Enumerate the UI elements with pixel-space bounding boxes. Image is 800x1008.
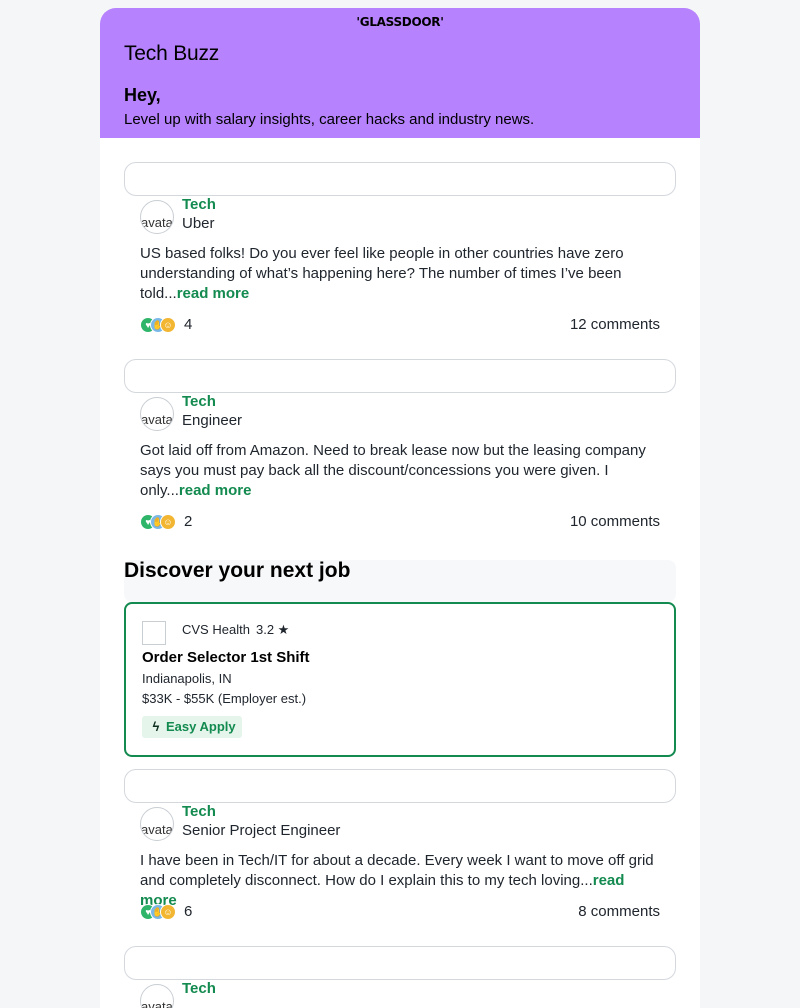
comments-link[interactable]: 10 comments bbox=[570, 513, 660, 530]
laugh-icon: ☺ bbox=[160, 904, 176, 920]
job-title[interactable]: Order Selector 1st Shift bbox=[142, 649, 310, 666]
post-author: avatar Tech Engineer bbox=[124, 393, 676, 441]
post-text: Got laid off from Amazon. Need to break … bbox=[124, 441, 676, 501]
email-container: 'GLASSDOOR' Tech Buzz Hey, Level up with… bbox=[100, 8, 700, 1008]
avatar: avatar bbox=[140, 807, 174, 841]
post-card[interactable]: avatar Tech Senior Project Engineer I ha… bbox=[124, 769, 676, 931]
reaction-count: 2 bbox=[184, 513, 193, 530]
header-subtitle: Level up with salary insights, career ha… bbox=[124, 111, 535, 128]
post-footer: ♥ ✋ ☺ 4 12 comments bbox=[124, 304, 676, 344]
post-category[interactable]: Tech bbox=[182, 803, 676, 820]
newsletter-title: Tech Buzz bbox=[124, 42, 220, 65]
greeting: Hey, bbox=[124, 85, 161, 105]
post-card[interactable]: avatar Tech Engineer Got laid off from A… bbox=[124, 359, 676, 541]
laugh-icon: ☺ bbox=[160, 317, 176, 333]
avatar: avatar bbox=[140, 200, 174, 234]
job-salary: $33K - $55K (Employer est.) bbox=[142, 691, 307, 706]
post-author-role: Engineer bbox=[182, 412, 243, 429]
post-category[interactable]: Tech bbox=[182, 196, 676, 213]
post-author-role: Uber bbox=[182, 215, 215, 232]
job-company: CVS Health bbox=[182, 622, 250, 637]
glassdoor-logo[interactable]: 'GLASSDOOR' bbox=[100, 15, 700, 29]
post-text: I have been in Tech/IT for about a decad… bbox=[124, 851, 676, 909]
lightning-bolt-icon: ϟ bbox=[152, 719, 160, 734]
post-header-box bbox=[124, 162, 676, 196]
header-banner: 'GLASSDOOR' Tech Buzz Hey, Level up with… bbox=[100, 8, 700, 138]
company-logo bbox=[142, 621, 166, 645]
post-footer: ♥ ✋ ☺ 2 10 comments bbox=[124, 501, 676, 541]
reaction-count: 6 bbox=[184, 903, 193, 920]
post-text: US based folks! Do you ever feel like pe… bbox=[124, 244, 676, 304]
post-footer: ♥ ✋ ☺ 6 8 comments bbox=[124, 891, 676, 931]
post-card[interactable]: avatar Tech Uber US based folks! Do you … bbox=[124, 162, 676, 344]
job-rating: 3.2 ★ bbox=[256, 622, 290, 637]
post-category[interactable]: Tech bbox=[182, 393, 676, 410]
easy-apply-badge[interactable]: ϟ Easy Apply bbox=[142, 716, 242, 738]
post-excerpt: I have been in Tech/IT for about a decad… bbox=[140, 852, 654, 889]
reaction-count: 4 bbox=[184, 316, 193, 333]
post-author: avatar Tech Uber bbox=[124, 196, 676, 244]
avatar: avatar bbox=[140, 397, 174, 431]
post-author: avatar Tech bbox=[124, 980, 676, 1008]
post-author: avatar Tech Senior Project Engineer bbox=[124, 803, 676, 851]
job-card[interactable]: CVS Health 3.2 ★ Order Selector 1st Shif… bbox=[124, 602, 676, 757]
read-more-link[interactable]: read more bbox=[179, 482, 252, 499]
post-author-role: Senior Project Engineer bbox=[182, 822, 341, 839]
jobs-section-title: Discover your next job bbox=[124, 560, 676, 602]
avatar: avatar bbox=[140, 984, 174, 1008]
post-header-box bbox=[124, 359, 676, 393]
easy-apply-label: Easy Apply bbox=[166, 719, 236, 734]
post-header-box bbox=[124, 946, 676, 980]
post-category[interactable]: Tech bbox=[182, 980, 676, 997]
comments-link[interactable]: 8 comments bbox=[578, 903, 660, 920]
read-more-link[interactable]: read more bbox=[177, 285, 250, 302]
post-card[interactable]: avatar Tech bbox=[124, 946, 676, 1008]
jobs-heading: Discover your next job bbox=[124, 559, 351, 582]
job-location: Indianapolis, IN bbox=[142, 671, 232, 686]
comments-link[interactable]: 12 comments bbox=[570, 316, 660, 333]
post-header-box bbox=[124, 769, 676, 803]
laugh-icon: ☺ bbox=[160, 514, 176, 530]
